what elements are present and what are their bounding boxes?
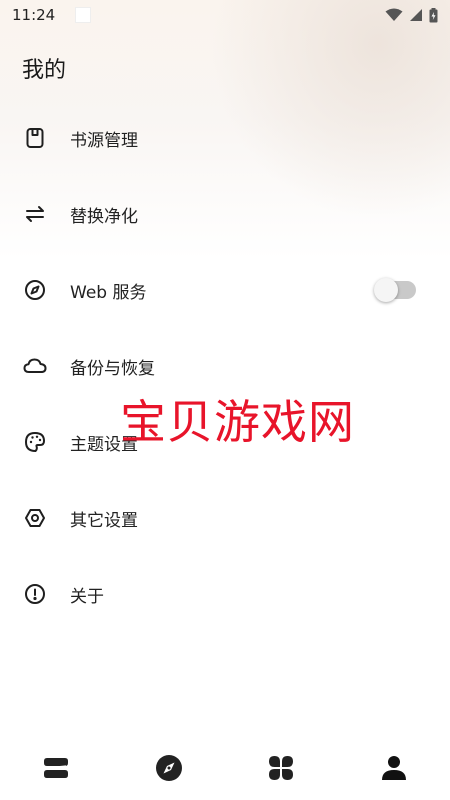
menu-item-book-source[interactable]: 书源管理 [0,100,450,176]
palette-icon [22,429,48,455]
menu-item-web-service[interactable]: Web 服务 [0,252,450,328]
notification-icon [75,7,92,23]
menu-item-label: 替换净化 [70,206,138,227]
bottom-navigation [0,736,450,800]
menu-item-label: 书源管理 [70,130,138,151]
signal-icon [410,9,422,21]
watermark-text: 宝贝游戏网 [120,395,355,449]
status-time: 11:24 [12,6,56,24]
compass-icon [22,277,48,303]
menu-item-about[interactable]: 关于 [0,556,450,632]
web-service-toggle[interactable] [374,278,416,302]
battery-icon [429,7,438,22]
nav-bookshelf[interactable] [26,743,86,793]
settings-hex-icon [22,505,48,531]
nav-explore[interactable] [251,743,311,793]
menu-item-replace-purify[interactable]: 替换净化 [0,176,450,252]
wifi-icon [385,8,403,21]
menu-item-label: Web 服务 [70,282,147,303]
menu-item-label: 关于 [70,586,104,607]
nav-discover[interactable] [139,743,199,793]
swap-arrows-icon [22,201,48,227]
info-exclamation-icon [22,581,48,607]
bookshelf-icon [44,758,69,778]
toggle-knob [374,278,398,302]
book-source-icon [22,125,48,151]
menu-item-label: 备份与恢复 [70,358,155,379]
status-bar: 11:24 [0,0,450,30]
nav-my[interactable] [364,743,424,793]
status-icons [385,7,438,23]
cloud-icon [22,353,48,379]
settings-menu: 书源管理 替换净化 Web 服务 备份与恢复 主题设置 其它设置 关于 [0,100,450,632]
page-title: 我的 [22,58,67,83]
compass-nav-icon [155,755,182,781]
grid-clover-icon [269,756,294,780]
person-icon [381,756,406,780]
menu-item-label: 其它设置 [70,510,138,531]
menu-item-other-settings[interactable]: 其它设置 [0,480,450,556]
